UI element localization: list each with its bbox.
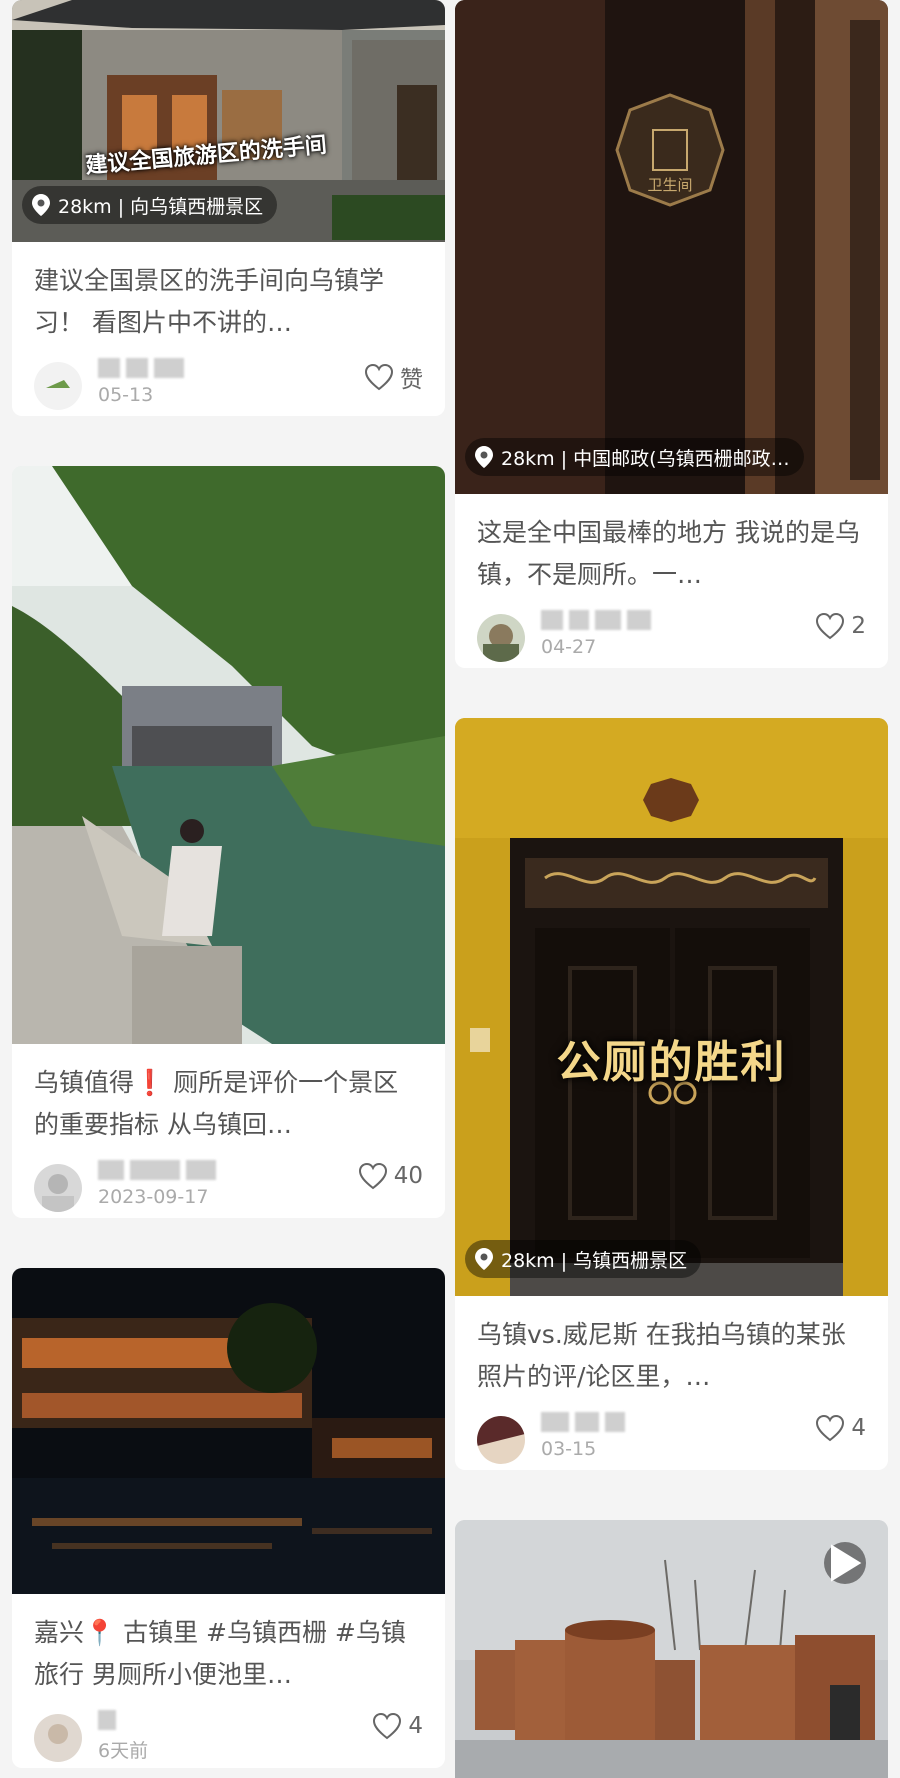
- avatar[interactable]: [34, 1164, 82, 1212]
- location-pin-icon: [32, 194, 50, 216]
- location-tag[interactable]: 28km | 向乌镇西栅景区: [22, 186, 278, 224]
- like-count: 40: [393, 1163, 423, 1189]
- note-title[interactable]: 建议全国景区的洗手间向乌镇学习！ 看图片中不讲的…: [34, 260, 423, 344]
- note-card[interactable]: 乌镇值得❗ 厕所是评价一个景区的重要指标 从乌镇回… 2023-09-17 40: [12, 466, 445, 1218]
- username-blurred[interactable]: [541, 1412, 691, 1434]
- post-date: 04-27: [541, 636, 597, 658]
- location-tag[interactable]: 28km | 中国邮政(乌镇西栅邮政…: [465, 438, 804, 476]
- like-button[interactable]: 4: [372, 1712, 423, 1740]
- heart-outline-icon: [373, 1712, 402, 1740]
- note-cover-image[interactable]: [455, 1520, 888, 1778]
- post-date: 6天前: [98, 1740, 149, 1762]
- note-card[interactable]: 建议全国旅游区的洗手间 28km | 向乌镇西栅景区 建议全国景区的洗手间向乌镇…: [12, 0, 445, 416]
- location-text: 28km | 向乌镇西栅景区: [58, 195, 264, 218]
- note-cover-image[interactable]: 卫生间 28km | 中国邮政(乌镇西栅邮政…: [455, 0, 888, 494]
- note-title[interactable]: 嘉兴📍 古镇里 #乌镇西栅 #乌镇旅行 男厕所小便池里…: [34, 1612, 423, 1696]
- heart-outline-icon: [816, 612, 845, 640]
- like-count: 4: [408, 1713, 423, 1739]
- note-card[interactable]: [455, 1520, 888, 1778]
- like-count: 4: [851, 1415, 866, 1441]
- username-blurred[interactable]: [98, 358, 248, 380]
- play-icon: [831, 1544, 862, 1582]
- location-pin-icon: [475, 446, 493, 468]
- like-button[interactable]: 40: [358, 1162, 423, 1190]
- post-date: 03-15: [541, 1438, 597, 1460]
- note-title[interactable]: 这是全中国最棒的地方 我说的是乌镇，不是厕所。一…: [477, 512, 866, 596]
- location-text: 28km | 中国邮政(乌镇西栅邮政…: [501, 447, 790, 470]
- cover-caption: 公厕的胜利: [556, 1037, 787, 1088]
- like-button[interactable]: 2: [815, 612, 866, 640]
- avatar[interactable]: [477, 614, 525, 662]
- location-pin-icon: [475, 1248, 493, 1270]
- like-button[interactable]: 4: [815, 1414, 866, 1442]
- like-count: 赞: [400, 367, 423, 393]
- heart-outline-icon: [816, 1414, 845, 1442]
- restroom-sign-text: 卫生间: [647, 176, 692, 194]
- note-card[interactable]: 嘉兴📍 古镇里 #乌镇西栅 #乌镇旅行 男厕所小便池里… 6天前 4: [12, 1268, 445, 1768]
- note-card[interactable]: 卫生间 28km | 中国邮政(乌镇西栅邮政… 这是全中国最棒的地方 我说的是乌…: [455, 0, 888, 668]
- note-card[interactable]: 公厕的胜利 28km | 乌镇西栅景区 乌镇vs.威尼斯 在我拍乌镇的某张照片的…: [455, 718, 888, 1470]
- note-title[interactable]: 乌镇vs.威尼斯 在我拍乌镇的某张照片的评/论区里，…: [477, 1314, 866, 1398]
- username-blurred[interactable]: [98, 1710, 248, 1732]
- post-date: 05-13: [98, 384, 154, 406]
- note-cover-image[interactable]: 建议全国旅游区的洗手间 28km | 向乌镇西栅景区: [12, 0, 445, 242]
- location-tag[interactable]: 28km | 乌镇西栅景区: [465, 1240, 702, 1278]
- heart-outline-icon: [358, 1162, 387, 1190]
- note-title[interactable]: 乌镇值得❗ 厕所是评价一个景区的重要指标 从乌镇回…: [34, 1062, 423, 1146]
- username-blurred[interactable]: [98, 1160, 248, 1182]
- note-cover-image[interactable]: 公厕的胜利 28km | 乌镇西栅景区: [455, 718, 888, 1296]
- location-text: 28km | 乌镇西栅景区: [501, 1249, 688, 1272]
- like-count: 2: [851, 613, 866, 639]
- avatar[interactable]: [477, 1416, 525, 1464]
- video-play-button[interactable]: [824, 1542, 866, 1584]
- username-blurred[interactable]: [541, 610, 691, 632]
- note-cover-image[interactable]: [12, 1268, 445, 1594]
- post-date: 2023-09-17: [98, 1186, 209, 1208]
- note-cover-image[interactable]: [12, 466, 445, 1044]
- like-button[interactable]: 赞: [364, 360, 423, 394]
- avatar[interactable]: [34, 362, 82, 410]
- heart-outline-icon: [364, 363, 394, 391]
- avatar[interactable]: [34, 1714, 82, 1762]
